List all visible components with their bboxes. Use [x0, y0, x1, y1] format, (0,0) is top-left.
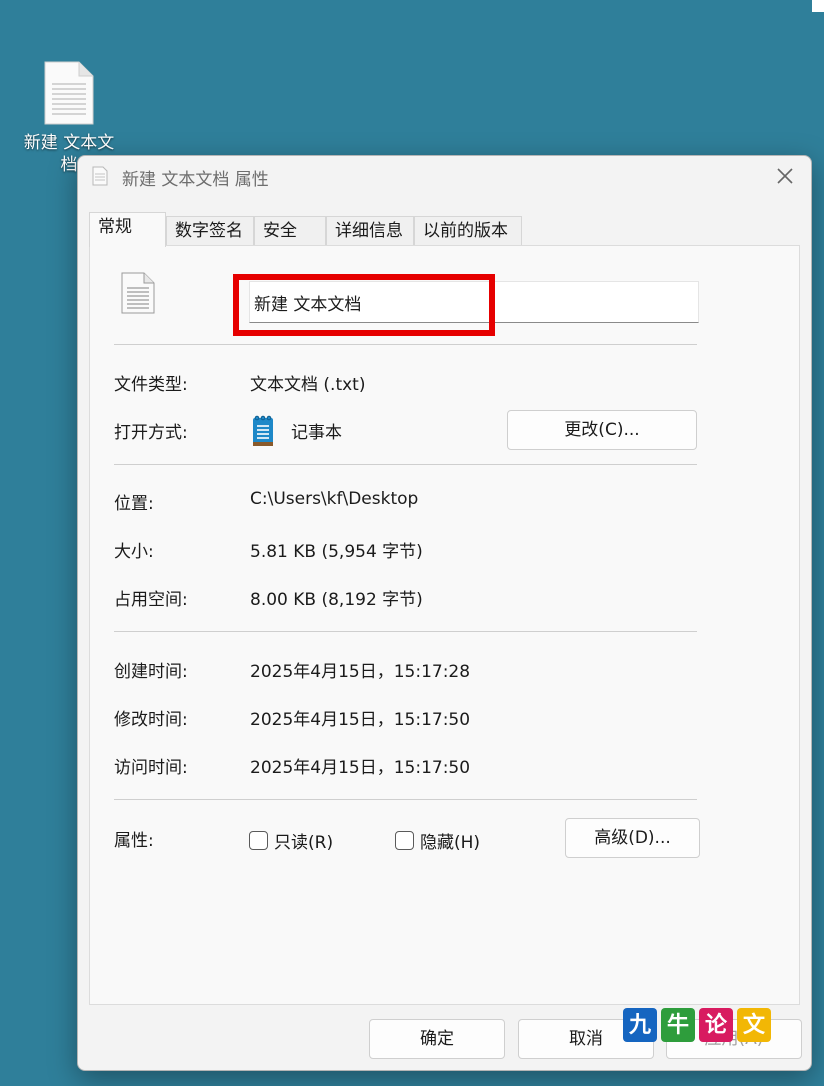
size-on-disk-value: 8.00 KB (8,192 字节): [250, 590, 423, 610]
size-value: 5.81 KB (5,954 字节): [250, 542, 423, 562]
created-label: 创建时间:: [114, 662, 188, 682]
text-file-icon: [121, 272, 155, 314]
attributes-label: 属性:: [114, 831, 154, 851]
location-label: 位置:: [114, 494, 154, 514]
tab-general[interactable]: 常规: [89, 212, 166, 247]
ok-button[interactable]: 确定: [369, 1019, 505, 1059]
advanced-button[interactable]: 高级(D)...: [565, 818, 700, 858]
notepad-icon: [253, 415, 273, 446]
properties-dialog: 新建 文本文档 属性 常规 数字签名 安全 详细信息 以前的版本 文件类型: 文…: [77, 155, 812, 1071]
close-icon[interactable]: [773, 164, 797, 188]
opens-with-value: 记事本: [291, 423, 342, 443]
tab-details[interactable]: 详细信息: [326, 216, 414, 246]
tab-previous-versions[interactable]: 以前的版本: [414, 216, 522, 246]
watermark-char: 牛: [661, 1008, 695, 1042]
watermark-char: 论: [699, 1008, 733, 1042]
readonly-label: 只读(R): [274, 833, 334, 853]
tab-digital-signatures[interactable]: 数字签名: [166, 216, 254, 246]
opens-with-label: 打开方式:: [114, 423, 188, 443]
dialog-title: 新建 文本文档 属性: [122, 170, 269, 190]
accessed-value: 2025年4月15日，15:17:50: [250, 758, 471, 778]
watermark-char: 九: [623, 1008, 657, 1042]
desktop-corner: [812, 0, 824, 12]
location-value: C:\Users\kf\Desktop: [250, 489, 419, 509]
text-file-icon: [92, 166, 108, 186]
file-type-label: 文件类型:: [114, 375, 188, 395]
modified-label: 修改时间:: [114, 710, 188, 730]
watermark-char: 文: [737, 1008, 771, 1042]
modified-value: 2025年4月15日，15:17:50: [250, 710, 471, 730]
checkbox-box[interactable]: [395, 831, 414, 850]
divider: [114, 799, 697, 800]
divider: [114, 344, 697, 345]
general-panel: 文件类型: 文本文档 (.txt) 打开方式: 记事本 更改(C)... 位置:…: [89, 245, 800, 1005]
file-type-value: 文本文档 (.txt): [250, 375, 366, 395]
readonly-checkbox[interactable]: 只读(R): [249, 828, 333, 853]
hidden-label: 隐藏(H): [420, 833, 481, 853]
size-label: 大小:: [114, 542, 154, 562]
watermark-logo: 九 牛 论 文: [623, 1008, 771, 1042]
change-button[interactable]: 更改(C)...: [507, 410, 697, 450]
accessed-label: 访问时间:: [114, 758, 188, 778]
size-on-disk-label: 占用空间:: [114, 590, 188, 610]
file-name-input[interactable]: [249, 281, 699, 323]
desktop-file-label-1: 新建 文本文: [23, 133, 115, 153]
title-bar[interactable]: 新建 文本文档 属性: [78, 156, 811, 196]
text-file-icon: [44, 61, 94, 125]
divider: [114, 464, 697, 465]
created-value: 2025年4月15日，15:17:28: [250, 662, 471, 682]
divider: [114, 631, 697, 632]
hidden-checkbox[interactable]: 隐藏(H): [395, 828, 480, 853]
checkbox-box[interactable]: [249, 831, 268, 850]
tab-security[interactable]: 安全: [254, 216, 326, 246]
